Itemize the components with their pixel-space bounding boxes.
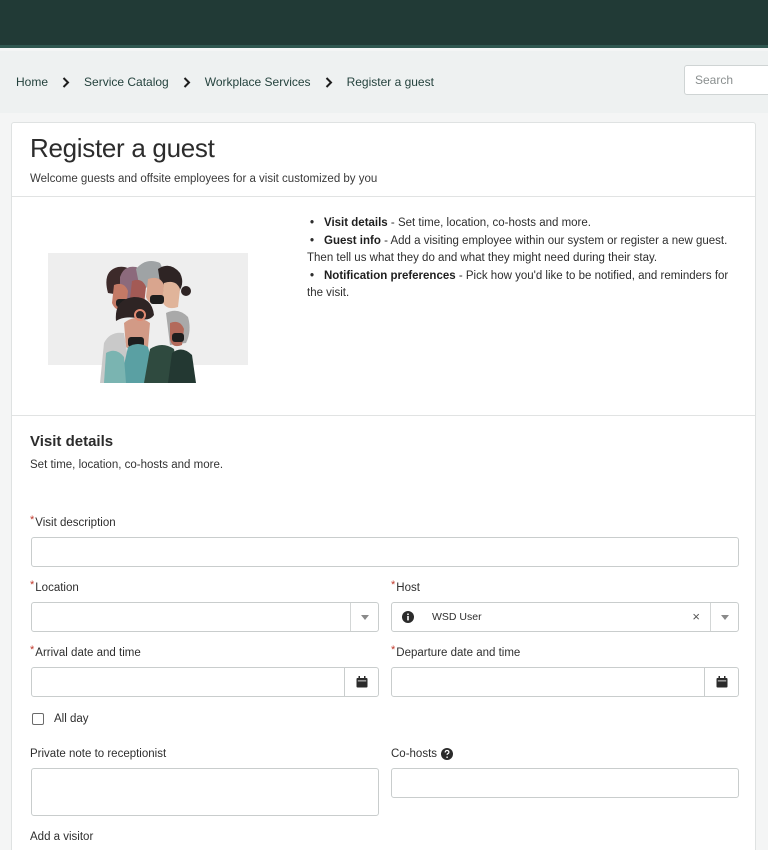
required-marker: * [30, 579, 35, 591]
host-select[interactable]: WSD User × [391, 602, 739, 632]
chevron-right-icon [48, 75, 84, 89]
breadcrumb-service-catalog[interactable]: Service Catalog [84, 75, 169, 89]
guests-illustration [48, 253, 248, 383]
calendar-icon[interactable] [344, 668, 378, 696]
cohosts-input[interactable] [391, 768, 739, 798]
required-marker: * [30, 644, 35, 656]
chevron-down-icon[interactable] [710, 603, 738, 631]
location-label: *Location [30, 579, 79, 594]
info-icon [402, 611, 414, 623]
label-text: Host [396, 582, 420, 594]
label-text: Departure date and time [396, 647, 521, 659]
intro-item-visit-details: Visit details - Set time, location, co-h… [307, 215, 737, 233]
arrival-label: *Arrival date and time [30, 644, 141, 659]
required-marker: * [391, 579, 396, 591]
section-subtitle: Set time, location, co-hosts and more. [30, 459, 224, 471]
breadcrumb-workplace-services[interactable]: Workplace Services [205, 75, 311, 89]
label-text: Location [35, 582, 79, 594]
calendar-icon[interactable] [704, 668, 738, 696]
all-day-checkbox[interactable] [32, 713, 44, 725]
label-text: Visit description [35, 517, 116, 529]
chevron-right-icon [311, 75, 347, 89]
intro-item-title: Notification preferences [324, 269, 456, 282]
cohosts-label: Co-hosts [391, 748, 454, 761]
search-input[interactable] [684, 65, 768, 95]
intro-item-notification-preferences: Notification preferences - Pick how you'… [307, 268, 737, 303]
breadcrumb: Home Service Catalog Workplace Services … [16, 75, 434, 89]
breadcrumb-bar: Home Service Catalog Workplace Services … [0, 51, 768, 113]
intro-item-title: Visit details [324, 217, 388, 229]
intro-section: Visit details - Set time, location, co-h… [12, 197, 755, 416]
page-title: Register a guest [30, 133, 215, 163]
host-label: *Host [391, 579, 420, 594]
clear-icon[interactable]: × [692, 610, 700, 624]
visit-description-label: *Visit description [30, 514, 116, 529]
intro-item-guest-info: Guest info - Add a visiting employee wit… [307, 233, 737, 268]
add-visitor-label: Add a visitor [30, 831, 94, 843]
card-header: Register a guest Welcome guests and offs… [12, 123, 755, 197]
label-text: Arrival date and time [35, 647, 141, 659]
help-icon[interactable] [441, 748, 454, 760]
private-note-label: Private note to receptionist [30, 748, 167, 760]
departure-datetime-input[interactable] [391, 667, 739, 697]
top-header-bar [0, 0, 768, 48]
catalog-item-card: Register a guest Welcome guests and offs… [11, 122, 756, 850]
breadcrumb-home[interactable]: Home [16, 75, 48, 89]
label-text: Co-hosts [391, 748, 438, 761]
arrival-datetime-input[interactable] [31, 667, 379, 697]
section-title: Visit details [30, 433, 114, 450]
departure-label: *Departure date and time [391, 644, 521, 659]
page-subtitle: Welcome guests and offsite employees for… [30, 173, 378, 185]
intro-item-text: - Set time, location, co-hosts and more. [387, 217, 591, 229]
intro-item-title: Guest info [324, 234, 381, 247]
all-day-label[interactable]: All day [54, 713, 89, 725]
intro-list: Visit details - Set time, location, co-h… [307, 215, 737, 303]
breadcrumb-register-guest[interactable]: Register a guest [347, 75, 434, 89]
location-select[interactable] [31, 602, 379, 632]
visit-description-input[interactable] [31, 537, 739, 567]
chevron-down-icon[interactable] [350, 603, 378, 631]
chevron-right-icon [169, 75, 205, 89]
host-value: WSD User [432, 611, 482, 623]
required-marker: * [30, 514, 35, 526]
required-marker: * [391, 644, 396, 656]
private-note-textarea[interactable] [31, 768, 379, 816]
